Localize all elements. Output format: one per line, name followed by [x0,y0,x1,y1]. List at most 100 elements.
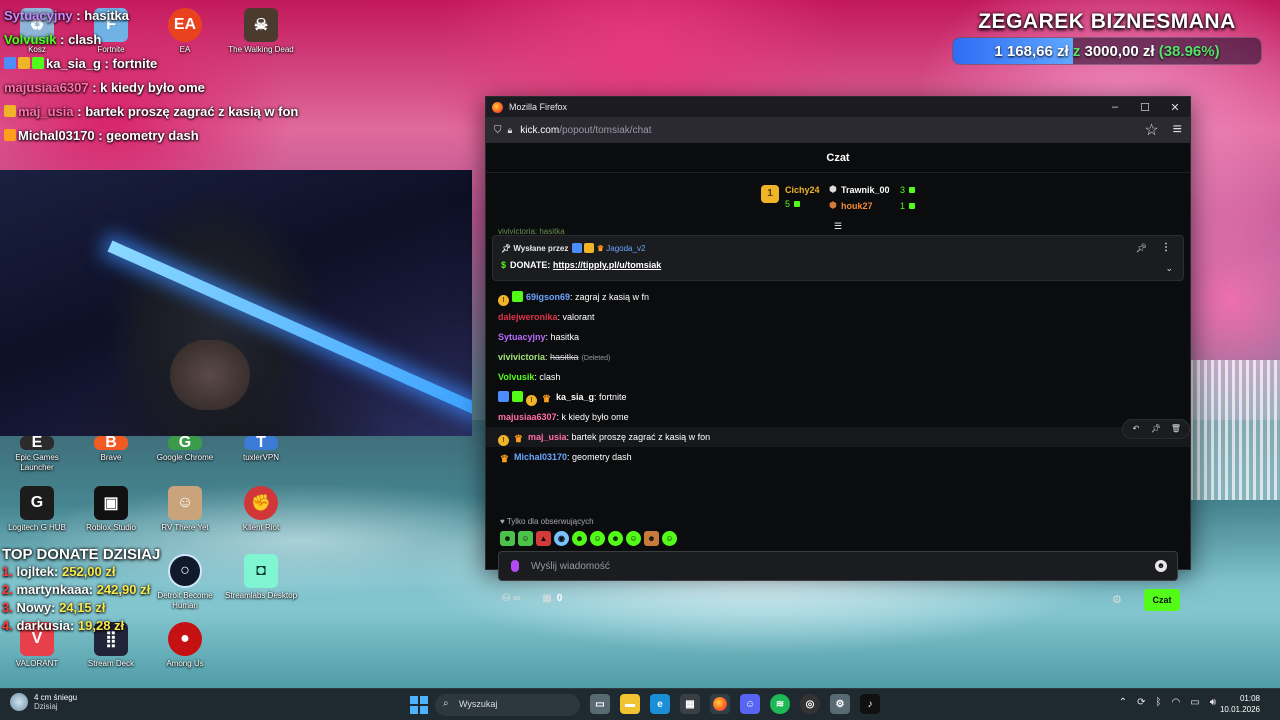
top-donate-row: 2. martynkaaa: 242,90 zł [2,582,151,597]
minimize-button[interactable]: – [1100,97,1130,117]
emote-icon[interactable]: ☺ [518,531,533,546]
unpin-icon[interactable]: 📌︎ [1136,243,1147,254]
leader-first-name[interactable]: Cichy24 [785,185,820,195]
chat-message[interactable]: vivivictoria: hasitka (Deleted) [498,347,1180,367]
desktop-icon-riot[interactable]: ✊ Klient Riot [224,486,298,533]
firefox-taskbar-icon[interactable] [710,694,730,714]
sub-badge-icon [512,391,523,402]
emote-icon[interactable]: ☺ [626,531,641,546]
emote-icon[interactable]: ◉ [554,531,569,546]
start-button[interactable] [410,696,428,714]
desktop-icon-roblox[interactable]: ▣ Roblox Studio [74,486,148,533]
points-infinity[interactable]: ⛁ ∞ [502,593,520,604]
coin-badge-icon: ! [498,295,509,306]
network-sync-icon[interactable]: ⟳ [1137,697,1145,708]
spotify-icon[interactable]: ≋ [770,694,790,714]
desktop-icon-logitech[interactable]: G Logitech G HUB [0,486,74,533]
emote-icon[interactable]: ☻ [572,531,587,546]
pin-message-icon[interactable]: 📌︎ [1147,422,1165,436]
pinned-message[interactable]: 📌︎ Wysłane przez ♛ Jagoda_v2 $ DONATE: ht… [492,235,1184,281]
pinned-body: $ DONATE: https://tippIy.pl/u/tomsiak [501,260,662,270]
chat-message[interactable]: Sytuacyjny: hasitka [498,327,1180,347]
donate-link[interactable]: https://tippIy.pl/u/tomsiak [553,260,661,270]
chevron-down-icon[interactable]: ⌄ [1165,263,1173,274]
leader-third-name[interactable]: houk27 [841,201,873,211]
roblox-icon: ▣ [94,486,128,520]
chat-message[interactable]: ! 69igson69: zagraj z kasią w fn [498,287,1180,307]
display-icon[interactable]: ▭ [1190,697,1199,708]
chat-message[interactable]: majusiaa6307: k kiedy było ome [498,407,1180,427]
bookmark-star-icon[interactable]: ☆ [1144,120,1158,140]
followers-only-notice: ♥ Tylko dla obserwujących [500,517,594,526]
settings-gear-icon[interactable]: ⚙ [1112,593,1122,606]
edge-icon[interactable]: e [650,694,670,714]
lock-icon[interactable]: 🔒︎ [508,125,513,136]
emote-icon[interactable]: ☺ [662,531,677,546]
chat-message[interactable]: dalejweronika: valorant [498,307,1180,327]
chat-input[interactable] [531,552,1121,580]
clock[interactable]: 01:08 10.01.2026 [1220,693,1260,715]
overlay-chat-line: maj_usia : bartek proszę zagrać z kasią … [4,100,304,124]
brave-icon: B [94,434,128,451]
url-bar[interactable]: ⛉ 🔒︎ kick.com/popout/tomsiak/chat ☆ ≡ [486,117,1190,143]
overlay-chat-user: majusiaa6307 [4,80,89,95]
desktop-icon-tuxler[interactable]: T tuxlerVPN [224,434,298,463]
weather-icon [10,693,28,711]
emote-bar: ☻ ☺ ▲ ◉ ☻ ☺ ☻ ☺ ☻ ☺ [500,531,677,546]
store-counter[interactable]: ▦ 0 [542,593,562,604]
task-view-icon[interactable]: ▭ [590,694,610,714]
firefox-window[interactable]: Mozilla Firefox – ☐ ✕ ⛉ 🔒︎ kick.com/popo… [485,96,1191,611]
store-app-icon[interactable]: ▦ [680,694,700,714]
desktop-icon-rvthere[interactable]: ☺ RV There Yet [148,486,222,533]
goal-progress-text: 1 168,66 zł z 3000,00 zł (38.96%) [994,43,1220,60]
desktop-icon-brave[interactable]: B Brave [74,434,148,463]
maximize-button[interactable]: ☐ [1130,97,1160,117]
chevron-up-icon[interactable]: ⌃ [1119,697,1127,708]
leader-third-count: 1 [900,201,906,211]
obs-icon[interactable]: ◎ [800,694,820,714]
desktop-icon-chrome[interactable]: G Google Chrome [148,434,222,463]
chat-message[interactable]: ! ♛ ka_sia_g: fortnite [498,387,1180,407]
firefox-titlebar[interactable]: Mozilla Firefox – ☐ ✕ [486,97,1190,117]
coin-badge-icon: ! [498,435,509,446]
weather-widget[interactable]: 4 cm śniegu Dzisiaj [10,693,77,711]
overlay-chat-line: ka_sia_g : fortnite [4,52,304,76]
gift-icon [794,201,800,207]
discord-icon[interactable]: ☺ [740,694,760,714]
volume-icon[interactable]: 🔊︎ [1210,697,1216,708]
chat-message[interactable]: Volvusik: clash [498,367,1180,387]
delete-icon[interactable]: 🗑︎ [1167,422,1185,436]
reply-icon[interactable]: ↶ [1127,422,1145,436]
close-button[interactable]: ✕ [1160,97,1190,117]
emote-icon[interactable]: ☻ [500,531,515,546]
more-options-icon[interactable]: ⋮ [1161,242,1171,253]
chrome-icon: G [168,434,202,451]
settings-app-icon[interactable]: ⚙ [830,694,850,714]
send-chat-button[interactable]: Czat [1144,589,1180,611]
emote-icon[interactable]: ☻ [644,531,659,546]
expand-leaderboard-icon[interactable]: ☰ [834,221,842,232]
hamburger-menu-icon[interactable]: ≡ [1173,121,1182,139]
taskbar-search[interactable]: ⌕ Wyszukaj [435,694,580,716]
emoji-icon[interactable]: ☻ [1155,560,1167,572]
overlay-chat-text: k kiedy było ome [100,80,205,95]
tiktok-icon[interactable]: ♪ [860,694,880,714]
overlay-chat-line: Sytuacyjny : hasitka [4,8,130,23]
chat-message[interactable]: ♛ Michal03170: geometry dash [498,447,1180,467]
emote-icon[interactable]: ☺ [590,531,605,546]
wifi-icon[interactable]: ◠ [1172,697,1181,708]
shield-icon[interactable]: ⛉ [494,125,502,136]
bluetooth-icon[interactable]: ᛒ [1156,697,1162,708]
file-explorer-icon[interactable]: ▬ [620,694,640,714]
leader-second-count: 3 [900,185,906,195]
desktop-icon-streamlabs[interactable]: ◘ Streamlabs Desktop [224,554,298,601]
chat-input-box[interactable]: ☻ [498,551,1178,581]
chat-message-hovered[interactable]: ! ♛ maj_usia: bartek proszę zagrać z kasią… [486,419,1190,447]
emote-icon[interactable]: ☻ [608,531,623,546]
badge-icon [4,57,16,69]
emote-icon[interactable]: ▲ [536,531,551,546]
leader-second-name[interactable]: Trawnik_00 [841,185,890,195]
url-text[interactable]: kick.com/popout/tomsiak/chat [520,125,651,136]
microphone-icon[interactable] [511,560,519,572]
desktop-icon-epic[interactable]: E Epic Games Launcher [0,434,74,473]
